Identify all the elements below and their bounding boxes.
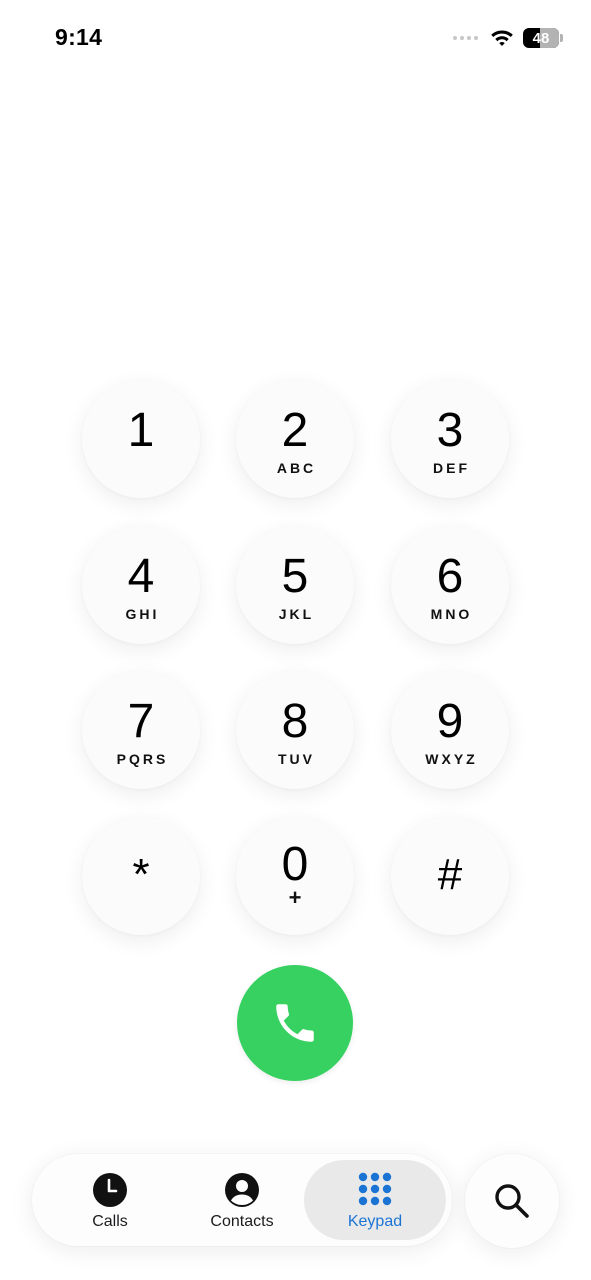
key-digit: 3 [436,404,464,457]
key-5[interactable]: 5 JKL [236,526,354,644]
key-8[interactable]: 8 TUV [236,671,354,789]
key-letters: JKL [278,606,315,622]
tab-keypad[interactable]: Keypad [304,1160,446,1240]
key-digit: 4 [127,550,155,603]
battery-nub [560,34,563,42]
key-plus: + [288,885,302,910]
tab-label: Contacts [210,1213,274,1230]
person-circle-icon [225,1173,259,1207]
key-4[interactable]: 4 GHI [82,526,200,644]
key-9[interactable]: 9 WXYZ [391,671,509,789]
tab-contacts[interactable]: Contacts [180,1160,304,1240]
key-hash[interactable]: # [391,817,509,935]
search-button[interactable] [465,1154,559,1248]
clock-icon [93,1173,127,1207]
key-digit: # [437,850,463,899]
tab-calls[interactable]: Calls [50,1160,170,1240]
key-letters: PQRS [116,751,169,767]
key-digit: 5 [281,550,309,603]
key-2[interactable]: 2 ABC [236,380,354,498]
key-digit: 2 [281,404,309,457]
battery-icon: 48 [523,28,559,48]
status-time: 9:14 [55,24,103,50]
key-digit: 9 [436,695,464,748]
key-6[interactable]: 6 MNO [391,526,509,644]
key-digit: 0 [281,838,309,891]
wifi-icon [491,30,513,46]
key-letters: TUV [278,751,315,767]
key-digit: 1 [127,404,155,457]
tab-label: Keypad [347,1213,403,1230]
key-7[interactable]: 7 PQRS [82,671,200,789]
search-icon [495,1184,529,1218]
key-letters: MNO [430,606,473,622]
battery-level: 48 [532,29,550,47]
keypad-grid-icon [358,1172,392,1206]
key-letters: DEF [433,460,470,476]
key-1[interactable]: 1 [82,380,200,498]
tab-bar: Calls Contacts Keypad [32,1154,452,1246]
phone-icon [276,1004,314,1042]
status-indicators: 48 [453,26,563,50]
key-digit: 7 [127,695,155,748]
key-3[interactable]: 3 DEF [391,380,509,498]
key-digit: 6 [436,550,464,603]
cellular-signal-icon [453,36,478,40]
call-button[interactable] [237,965,353,1081]
key-digit: 8 [281,695,309,748]
key-letters: GHI [125,606,160,622]
key-star[interactable]: * [82,817,200,935]
tab-label: Calls [92,1213,128,1230]
key-0[interactable]: 0 + [236,817,354,935]
key-letters: WXYZ [425,751,478,767]
key-letters: ABC [276,460,317,476]
key-digit: * [132,850,150,899]
